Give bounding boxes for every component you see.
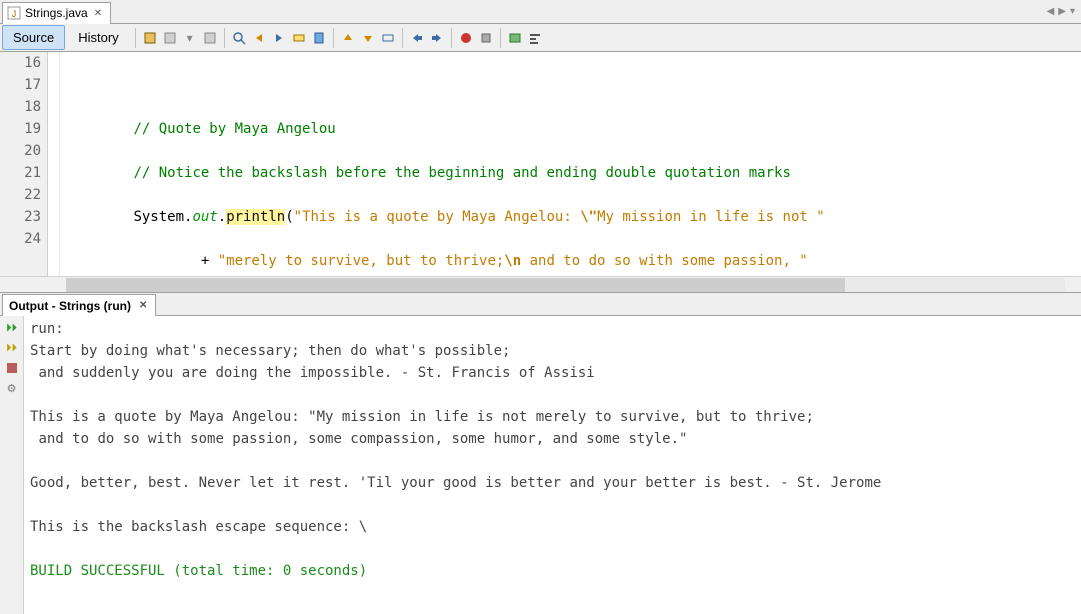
code-line: // Quote by Maya Angelou [66,118,1081,140]
history-view-button[interactable]: History [67,25,129,50]
settings-icon[interactable]: ⚙ [4,380,20,396]
find-prev-icon[interactable] [250,29,268,47]
close-icon[interactable]: ✕ [137,300,149,311]
tab-nav: ◀ ▶ ▾ [1047,6,1081,17]
nav-left-icon[interactable]: ◀ [1047,6,1055,17]
svg-text:J: J [12,9,17,19]
shift-right-icon[interactable] [428,29,446,47]
code-line: // Notice the backslash before the begin… [66,162,1081,184]
find-next-icon[interactable] [270,29,288,47]
build-status: BUILD SUCCESSFUL (total time: 0 seconds) [30,563,367,579]
record-macro-icon[interactable] [457,29,475,47]
code-editor[interactable]: 16 17 18 19 20 21 22 23 24 // Quote by M… [0,52,1081,276]
line-number: 18 [0,96,41,118]
output-line: Start by doing what's necessary; then do… [30,343,510,359]
line-number: 17 [0,74,41,96]
scrollbar-track[interactable] [66,278,1065,292]
stop-macro-icon[interactable] [477,29,495,47]
code-content[interactable]: // Quote by Maya Angelou // Notice the b… [60,52,1081,276]
separator [135,28,136,48]
nav-right-icon[interactable]: ▶ [1058,6,1066,17]
stop-icon[interactable] [4,360,20,376]
file-tab-bar: J Strings.java ✕ ◀ ▶ ▾ [0,0,1081,24]
editor-toolbar: Source History ▾ [0,24,1081,52]
output-tab-label: Output - Strings (run) [9,299,131,313]
uncomment-icon[interactable] [526,29,544,47]
separator [451,28,452,48]
output-sidebar: ⏵⏵ ⏵⏵ ⚙ [0,316,24,614]
run-icon[interactable]: ⏵⏵ [4,340,20,356]
line-number: 21 [0,162,41,184]
output-line: Good, better, best. Never let it rest. '… [30,475,881,491]
down-icon[interactable] [359,29,377,47]
code-line: + "merely to survive, but to thrive;\n a… [66,250,1081,272]
dropdown-icon[interactable]: ▾ [181,29,199,47]
file-tab-label: Strings.java [25,6,88,20]
output-line: and suddenly you are doing the impossibl… [30,365,595,381]
line-number-gutter: 16 17 18 19 20 21 22 23 24 [0,52,48,276]
code-line: System.out.println("This is a quote by M… [66,206,1081,228]
highlight-icon[interactable] [290,29,308,47]
close-icon[interactable]: ✕ [92,8,104,19]
scrollbar-thumb[interactable] [66,278,845,292]
output-line: run: [30,321,64,337]
select-icon[interactable] [379,29,397,47]
file-tab-strings[interactable]: J Strings.java ✕ [2,2,111,24]
back-icon[interactable] [141,29,159,47]
editor-h-scrollbar[interactable] [0,276,1081,292]
output-tab-bar: Output - Strings (run) ✕ [0,292,1081,316]
code-line [66,74,1081,96]
separator [500,28,501,48]
line-number: 16 [0,52,41,74]
java-file-icon: J [7,6,21,20]
find-icon[interactable] [230,29,248,47]
line-number: 23 [0,206,41,228]
line-number: 20 [0,140,41,162]
output-panel: ⏵⏵ ⏵⏵ ⚙ run: Start by doing what's neces… [0,316,1081,614]
line-number: 24 [0,228,41,250]
line-number: 19 [0,118,41,140]
source-view-button[interactable]: Source [2,25,65,50]
shift-left-icon[interactable] [408,29,426,47]
forward-icon[interactable] [161,29,179,47]
output-console[interactable]: run: Start by doing what's necessary; th… [24,316,1081,614]
rerun-icon[interactable]: ⏵⏵ [4,320,20,336]
comment-icon[interactable] [506,29,524,47]
separator [224,28,225,48]
separator [333,28,334,48]
output-line: This is the backslash escape sequence: \ [30,519,367,535]
line-number: 22 [0,184,41,206]
output-line: This is a quote by Maya Angelou: "My mis… [30,409,814,425]
output-line: and to do so with some passion, some com… [30,431,696,447]
nav-menu-icon[interactable]: ▾ [1070,6,1075,17]
save-icon[interactable] [201,29,219,47]
up-icon[interactable] [339,29,357,47]
separator [402,28,403,48]
output-tab[interactable]: Output - Strings (run) ✕ [2,294,156,316]
toggle-bookmark-icon[interactable] [310,29,328,47]
fold-gutter [48,52,60,276]
